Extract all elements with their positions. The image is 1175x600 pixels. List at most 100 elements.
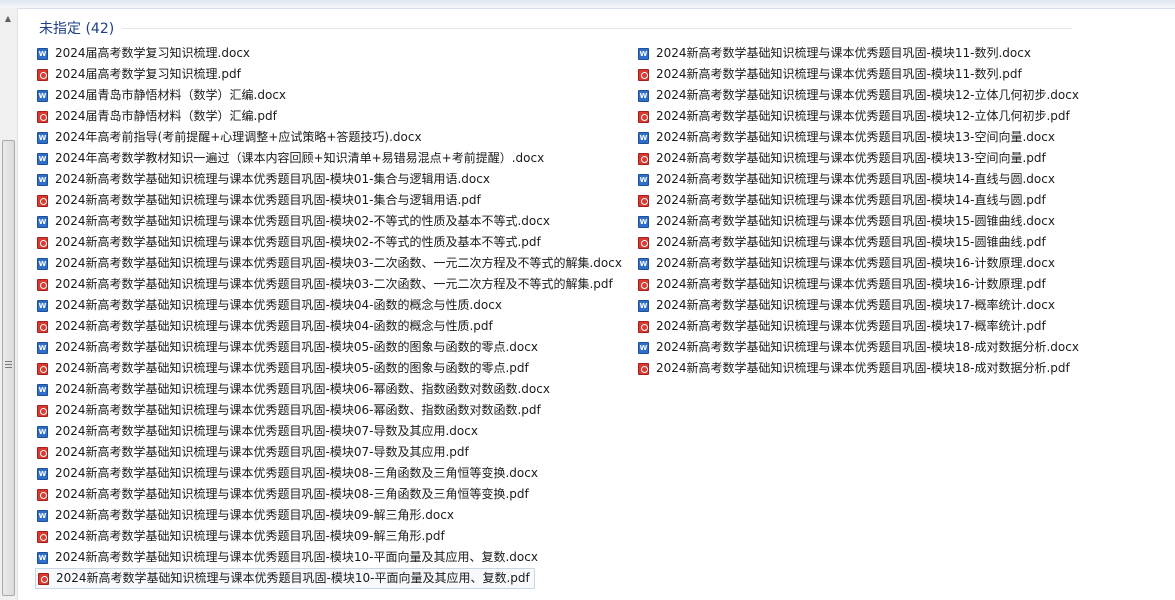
vertical-scrollbar[interactable]: ▲: [0, 8, 18, 600]
file-item[interactable]: 2024新高考数学基础知识梳理与课本优秀题目巩固-模块10-平面向量及其应用、复…: [35, 568, 535, 589]
file-name-label: 2024届高考数学复习知识梳理.pdf: [55, 67, 241, 81]
file-name-label: 2024届青岛市静悟材料（数学）汇编.docx: [55, 88, 287, 102]
file-item[interactable]: 2024新高考数学基础知识梳理与课本优秀题目巩固-模块05-函数的图象与函数的零…: [35, 337, 626, 358]
file-item[interactable]: 2024新高考数学基础知识梳理与课本优秀题目巩固-模块13-空间向量.pdf: [636, 148, 1083, 169]
file-item[interactable]: 2024新高考数学基础知识梳理与课本优秀题目巩固-模块02-不等式的性质及基本不…: [35, 211, 626, 232]
file-name-label: 2024新高考数学基础知识梳理与课本优秀题目巩固-模块05-函数的图象与函数的零…: [55, 340, 538, 354]
file-item[interactable]: 2024届高考数学复习知识梳理.docx: [35, 43, 626, 64]
pdf-document-icon: [37, 320, 48, 333]
file-name-label: 2024年高考数学教材知识一遍过（课本内容回顾+知识清单+易错易混点+考前提醒）…: [55, 151, 545, 165]
file-name-label: 2024新高考数学基础知识梳理与课本优秀题目巩固-模块18-成对数据分析.doc…: [656, 340, 1079, 354]
file-name-label: 2024新高考数学基础知识梳理与课本优秀题目巩固-模块09-解三角形.pdf: [55, 529, 445, 543]
scrollbar-thumb[interactable]: [2, 140, 15, 596]
file-name-label: 2024新高考数学基础知识梳理与课本优秀题目巩固-模块05-函数的图象与函数的零…: [55, 361, 529, 375]
file-item[interactable]: 2024新高考数学基础知识梳理与课本优秀题目巩固-模块09-解三角形.docx: [35, 505, 626, 526]
pdf-document-icon: [37, 194, 48, 207]
word-document-icon: [638, 257, 649, 270]
file-item[interactable]: 2024新高考数学基础知识梳理与课本优秀题目巩固-模块02-不等式的性质及基本不…: [35, 232, 626, 253]
word-document-icon: [37, 257, 48, 270]
file-name-label: 2024新高考数学基础知识梳理与课本优秀题目巩固-模块06-幂函数、指数函数对数…: [55, 403, 541, 417]
group-header-unassigned[interactable]: 未指定 (42): [39, 18, 114, 38]
file-item[interactable]: 2024届青岛市静悟材料（数学）汇编.docx: [35, 85, 626, 106]
file-name-label: 2024年高考前指导(考前提醒+心理调整+应试策略+答题技巧).docx: [55, 130, 422, 144]
word-document-icon: [638, 131, 649, 144]
pdf-document-icon: [37, 236, 48, 249]
file-item[interactable]: 2024届青岛市静悟材料（数学）汇编.pdf: [35, 106, 626, 127]
file-item[interactable]: 2024新高考数学基础知识梳理与课本优秀题目巩固-模块03-二次函数、一元二次方…: [35, 253, 626, 274]
file-name-label: 2024新高考数学基础知识梳理与课本优秀题目巩固-模块13-空间向量.docx: [656, 130, 1055, 144]
file-item[interactable]: 2024新高考数学基础知识梳理与课本优秀题目巩固-模块14-直线与圆.pdf: [636, 190, 1083, 211]
pdf-document-icon: [37, 530, 48, 543]
file-item[interactable]: 2024新高考数学基础知识梳理与课本优秀题目巩固-模块15-圆锥曲线.pdf: [636, 232, 1083, 253]
pdf-document-icon: [37, 110, 48, 123]
column-header-strip: [0, 0, 1175, 9]
pdf-document-icon: [638, 362, 649, 375]
file-name-label: 2024新高考数学基础知识梳理与课本优秀题目巩固-模块16-计数原理.pdf: [656, 277, 1046, 291]
file-column-left: 2024届高考数学复习知识梳理.docx 2024届高考数学复习知识梳理.pdf 2…: [35, 43, 626, 589]
pdf-document-icon: [638, 320, 649, 333]
file-item[interactable]: 2024新高考数学基础知识梳理与课本优秀题目巩固-模块17-概率统计.pdf: [636, 316, 1083, 337]
file-name-label: 2024新高考数学基础知识梳理与课本优秀题目巩固-模块09-解三角形.docx: [55, 508, 454, 522]
file-item[interactable]: 2024新高考数学基础知识梳理与课本优秀题目巩固-模块03-二次函数、一元二次方…: [35, 274, 626, 295]
file-item[interactable]: 2024新高考数学基础知识梳理与课本优秀题目巩固-模块11-数列.pdf: [636, 64, 1083, 85]
file-item[interactable]: 2024新高考数学基础知识梳理与课本优秀题目巩固-模块05-函数的图象与函数的零…: [35, 358, 626, 379]
file-item[interactable]: 2024新高考数学基础知识梳理与课本优秀题目巩固-模块14-直线与圆.docx: [636, 169, 1083, 190]
file-item[interactable]: 2024新高考数学基础知识梳理与课本优秀题目巩固-模块04-函数的概念与性质.p…: [35, 316, 626, 337]
word-document-icon: [37, 173, 48, 186]
file-item[interactable]: 2024新高考数学基础知识梳理与课本优秀题目巩固-模块01-集合与逻辑用语.do…: [35, 169, 626, 190]
file-item[interactable]: 2024新高考数学基础知识梳理与课本优秀题目巩固-模块10-平面向量及其应用、复…: [35, 547, 626, 568]
file-name-label: 2024新高考数学基础知识梳理与课本优秀题目巩固-模块15-圆锥曲线.docx: [656, 214, 1055, 228]
word-document-icon: [37, 551, 48, 564]
pdf-document-icon: [37, 278, 48, 291]
pdf-document-icon: [638, 110, 649, 123]
file-name-label: 2024新高考数学基础知识梳理与课本优秀题目巩固-模块14-直线与圆.pdf: [656, 193, 1046, 207]
file-item[interactable]: 2024新高考数学基础知识梳理与课本优秀题目巩固-模块06-幂函数、指数函数对数…: [35, 379, 626, 400]
file-item[interactable]: 2024新高考数学基础知识梳理与课本优秀题目巩固-模块08-三角函数及三角恒等变…: [35, 463, 626, 484]
scroll-up-arrow-icon[interactable]: ▲: [1, 10, 15, 26]
file-item[interactable]: 2024年高考前指导(考前提醒+心理调整+应试策略+答题技巧).docx: [35, 127, 626, 148]
file-item[interactable]: 2024新高考数学基础知识梳理与课本优秀题目巩固-模块09-解三角形.pdf: [35, 526, 626, 547]
file-name-label: 2024届高考数学复习知识梳理.docx: [55, 46, 251, 60]
pdf-document-icon: [638, 68, 649, 81]
file-item[interactable]: 2024新高考数学基础知识梳理与课本优秀题目巩固-模块18-成对数据分析.doc…: [636, 337, 1083, 358]
file-name-label: 2024新高考数学基础知识梳理与课本优秀题目巩固-模块16-计数原理.docx: [656, 256, 1055, 270]
word-document-icon: [638, 173, 649, 186]
pdf-document-icon: [638, 194, 649, 207]
word-document-icon: [37, 299, 48, 312]
word-document-icon: [37, 425, 48, 438]
group-divider: [122, 28, 1072, 29]
file-name-label: 2024新高考数学基础知识梳理与课本优秀题目巩固-模块08-三角函数及三角恒等变…: [55, 487, 529, 501]
file-name-label: 2024新高考数学基础知识梳理与课本优秀题目巩固-模块14-直线与圆.docx: [656, 172, 1055, 186]
pdf-document-icon: [638, 278, 649, 291]
pdf-document-icon: [37, 404, 48, 417]
file-item[interactable]: 2024新高考数学基础知识梳理与课本优秀题目巩固-模块16-计数原理.pdf: [636, 274, 1083, 295]
file-item[interactable]: 2024新高考数学基础知识梳理与课本优秀题目巩固-模块04-函数的概念与性质.d…: [35, 295, 626, 316]
file-item[interactable]: 2024年高考数学教材知识一遍过（课本内容回顾+知识清单+易错易混点+考前提醒）…: [35, 148, 626, 169]
word-document-icon: [638, 89, 649, 102]
file-item[interactable]: 2024新高考数学基础知识梳理与课本优秀题目巩固-模块08-三角函数及三角恒等变…: [35, 484, 626, 505]
word-document-icon: [37, 509, 48, 522]
file-item[interactable]: 2024新高考数学基础知识梳理与课本优秀题目巩固-模块01-集合与逻辑用语.pd…: [35, 190, 626, 211]
file-item[interactable]: 2024届高考数学复习知识梳理.pdf: [35, 64, 626, 85]
file-item[interactable]: 2024新高考数学基础知识梳理与课本优秀题目巩固-模块12-立体几何初步.pdf: [636, 106, 1083, 127]
file-item[interactable]: 2024新高考数学基础知识梳理与课本优秀题目巩固-模块07-导数及其应用.doc…: [35, 421, 626, 442]
file-name-label: 2024新高考数学基础知识梳理与课本优秀题目巩固-模块13-空间向量.pdf: [656, 151, 1046, 165]
file-name-label: 2024新高考数学基础知识梳理与课本优秀题目巩固-模块01-集合与逻辑用语.do…: [55, 172, 490, 186]
file-name-label: 2024新高考数学基础知识梳理与课本优秀题目巩固-模块12-立体几何初步.pdf: [656, 109, 1070, 123]
file-item[interactable]: 2024新高考数学基础知识梳理与课本优秀题目巩固-模块18-成对数据分析.pdf: [636, 358, 1083, 379]
file-item[interactable]: 2024新高考数学基础知识梳理与课本优秀题目巩固-模块16-计数原理.docx: [636, 253, 1083, 274]
file-item[interactable]: 2024新高考数学基础知识梳理与课本优秀题目巩固-模块15-圆锥曲线.docx: [636, 211, 1083, 232]
file-item[interactable]: 2024新高考数学基础知识梳理与课本优秀题目巩固-模块13-空间向量.docx: [636, 127, 1083, 148]
file-name-label: 2024新高考数学基础知识梳理与课本优秀题目巩固-模块07-导数及其应用.pdf: [55, 445, 469, 459]
file-item[interactable]: 2024新高考数学基础知识梳理与课本优秀题目巩固-模块17-概率统计.docx: [636, 295, 1083, 316]
file-item[interactable]: 2024新高考数学基础知识梳理与课本优秀题目巩固-模块12-立体几何初步.doc…: [636, 85, 1083, 106]
pdf-document-icon: [37, 446, 48, 459]
file-explorer-window: ▲ 未指定 (42) 2024届高考数学复习知识梳理.docx2024届高考数学…: [0, 0, 1175, 600]
file-item[interactable]: 2024新高考数学基础知识梳理与课本优秀题目巩固-模块11-数列.docx: [636, 43, 1083, 64]
word-document-icon: [638, 299, 649, 312]
file-item[interactable]: 2024新高考数学基础知识梳理与课本优秀题目巩固-模块06-幂函数、指数函数对数…: [35, 400, 626, 421]
scrollbar-grip-icon: [5, 361, 12, 370]
word-document-icon: [37, 467, 48, 480]
file-item[interactable]: 2024新高考数学基础知识梳理与课本优秀题目巩固-模块07-导数及其应用.pdf: [35, 442, 626, 463]
file-name-label: 2024新高考数学基础知识梳理与课本优秀题目巩固-模块11-数列.pdf: [656, 67, 1022, 81]
